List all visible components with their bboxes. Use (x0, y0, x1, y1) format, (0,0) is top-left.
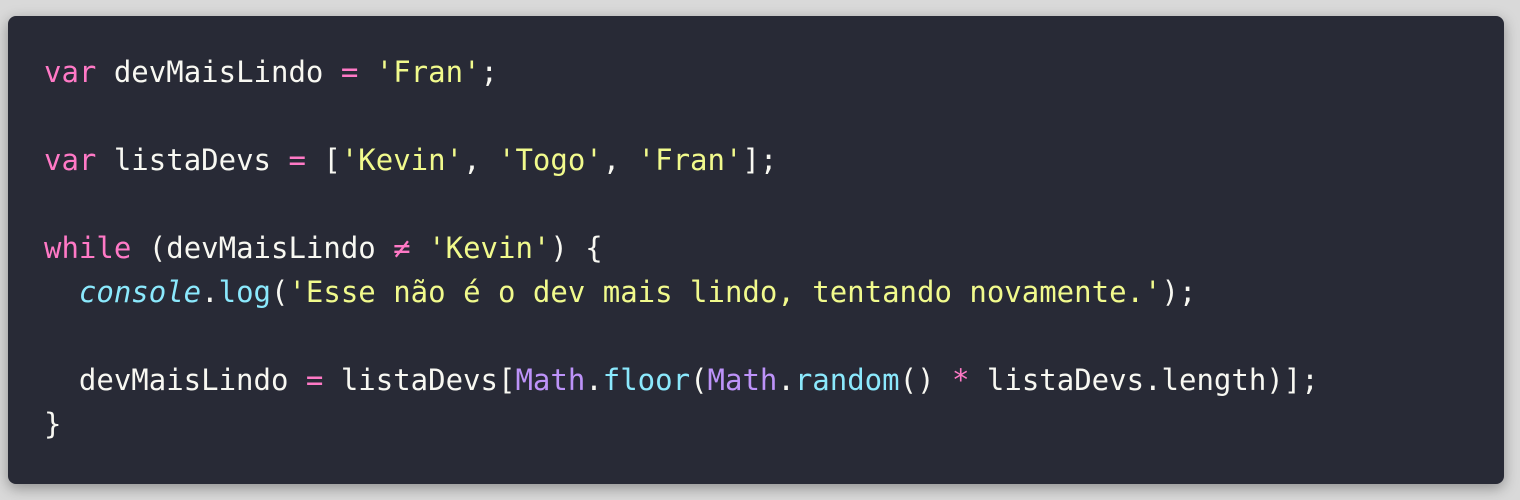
code-token-plain: ); (1161, 275, 1197, 309)
code-token-plain: ]; (742, 143, 778, 177)
code-token-string: 'Kevin' (340, 143, 464, 177)
code-line-6: console.log('Esse não é o dev mais lindo… (44, 270, 1319, 314)
code-token-builtin: Math (515, 363, 586, 397)
code-block: var devMaisLindo = 'Fran';​var listaDevs… (44, 50, 1319, 446)
code-token-operator: = (340, 55, 359, 89)
code-line-3: var listaDevs = ['Kevin', 'Togo', 'Fran'… (44, 138, 1319, 182)
code-snippet-window: var devMaisLindo = 'Fran';​var listaDevs… (8, 16, 1504, 484)
code-token-string: 'Kevin' (428, 231, 551, 265)
code-token-plain: () (899, 363, 952, 397)
code-token-plain: . (201, 275, 219, 309)
code-token-keyword: var (44, 55, 97, 89)
code-line-9: } (44, 402, 1319, 446)
code-token-plain: ; (480, 55, 498, 89)
code-line-2: ​ (44, 94, 1319, 138)
code-token-keyword: while (44, 231, 132, 265)
code-token-plain: listaDevs (96, 143, 289, 177)
code-line-5: while (devMaisLindo ≠ 'Kevin') { (44, 226, 1319, 270)
code-line-1: var devMaisLindo = 'Fran'; (44, 50, 1319, 94)
code-token-plain: ( (690, 363, 708, 397)
code-token-object: console (78, 275, 202, 309)
code-line-4: ​ (44, 182, 1319, 226)
code-token-plain: . (777, 363, 795, 397)
code-token-function: random (794, 363, 900, 397)
code-token-operator: * (952, 363, 970, 397)
code-line-8: devMaisLindo = listaDevs[Math.floor(Math… (44, 358, 1319, 402)
code-token-operator: ≠ (393, 231, 411, 265)
code-token-keyword: var (44, 143, 97, 177)
code-token-plain: devMaisLindo (44, 363, 306, 397)
code-token-string: 'Fran' (375, 55, 481, 89)
code-token-plain: ) { (550, 231, 603, 265)
code-token-operator: = (305, 363, 324, 397)
code-token-plain: . (585, 363, 603, 397)
code-token-plain: (devMaisLindo (131, 231, 394, 265)
code-token-plain: [ (305, 143, 341, 177)
code-token-string: 'Togo' (497, 143, 603, 177)
code-token-plain: listaDevs.length)]; (969, 363, 1319, 397)
code-token-builtin: Math (707, 363, 778, 397)
code-token-plain: listaDevs[ (323, 363, 516, 397)
code-token-string: 'Esse não é o dev mais lindo, tentando n… (288, 275, 1162, 309)
code-token-plain: } (44, 407, 62, 441)
code-token-plain: , (602, 143, 638, 177)
code-token-function: log (218, 275, 271, 309)
code-line-7: ​ (44, 314, 1319, 358)
code-token-function: floor (602, 363, 691, 397)
code-token-plain: devMaisLindo (96, 55, 341, 89)
code-token-plain: , (463, 143, 498, 177)
code-token-plain: ( (271, 275, 289, 309)
code-token-operator: = (288, 143, 306, 177)
code-token-string: 'Fran' (637, 143, 743, 177)
